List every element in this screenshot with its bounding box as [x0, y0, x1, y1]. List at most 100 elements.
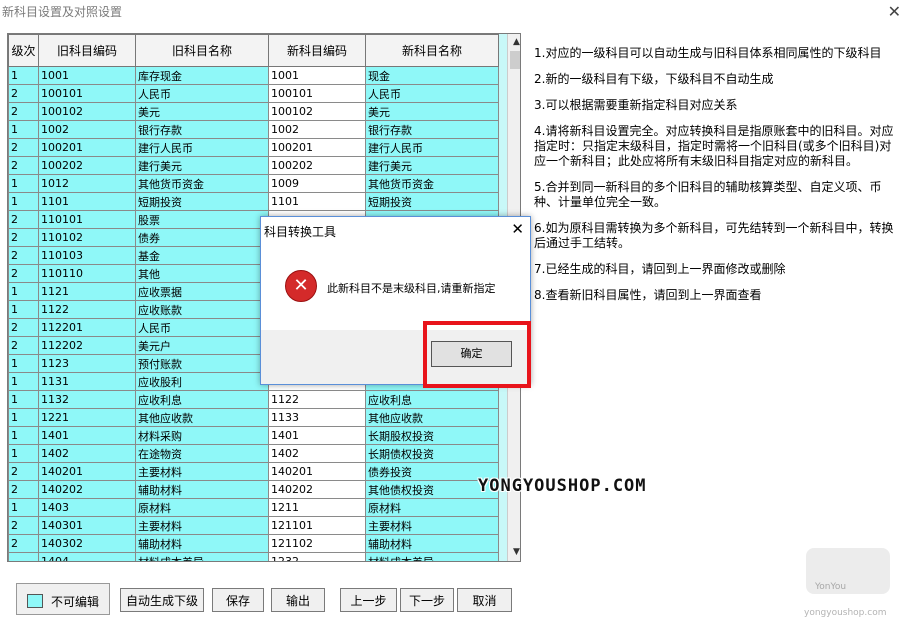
level-cell: 2 — [8, 102, 39, 121]
new-code-cell[interactable]: 1133 — [268, 408, 366, 427]
button-bar: 不可编辑 自动生成下级 保存 输出 上一步 下一步 取消 — [0, 580, 907, 620]
level-cell: 1 — [8, 390, 39, 409]
old-name-cell: 其他货币资金 — [135, 174, 269, 193]
new-code-cell[interactable]: 1101 — [268, 192, 366, 211]
table-row[interactable]: 2 140302 辅助材料 121102 辅助材料 — [8, 534, 499, 553]
old-code-cell: 140301 — [38, 516, 136, 535]
dialog-title: 科目转换工具 — [264, 225, 337, 239]
table-row[interactable]: 2 140202 辅助材料 140202 其他债权投资 — [8, 480, 499, 499]
new-name-cell: 长期债权投资 — [365, 444, 499, 463]
old-name-cell: 短期投资 — [135, 192, 269, 211]
old-code-cell: 1221 — [38, 408, 136, 427]
old-name-cell: 辅助材料 — [135, 534, 269, 553]
table-row[interactable]: 1 1012 其他货币资金 1009 其他货币资金 — [8, 174, 499, 193]
table-row[interactable]: 2 140301 主要材料 121101 主要材料 — [8, 516, 499, 535]
new-code-cell[interactable]: 1122 — [268, 390, 366, 409]
note-7: 7.已经生成的科目，请回到上一界面修改或删除 — [534, 262, 786, 276]
export-button[interactable]: 输出 — [271, 588, 325, 612]
note-8: 8.查看新旧科目属性，请回到上一界面查看 — [534, 288, 762, 302]
level-cell: 2 — [8, 156, 39, 175]
level-cell — [8, 552, 39, 561]
table-row[interactable]: 1 1402 在途物资 1402 长期债权投资 — [8, 444, 499, 463]
new-code-cell[interactable]: 1401 — [268, 426, 366, 445]
col-old-code-header: 旧科目编码 — [38, 34, 136, 67]
scroll-down-icon[interactable]: ▼ — [508, 544, 520, 561]
close-icon[interactable]: ✕ — [888, 2, 901, 21]
old-code-cell: 1101 — [38, 192, 136, 211]
old-name-cell: 其他应收款 — [135, 408, 269, 427]
old-name-cell: 债券 — [135, 228, 269, 247]
watermark-logo-text: YonYou — [815, 582, 847, 592]
old-code-cell: 100201 — [38, 138, 136, 157]
table-row[interactable]: 1 1132 应收利息 1122 应收利息 — [8, 390, 499, 409]
old-name-cell: 股票 — [135, 210, 269, 229]
table-row[interactable]: 1404 材料成本差异 1232 材料成本差异 — [8, 552, 499, 561]
table-row[interactable]: 2 100201 建行人民币 100201 建行人民币 — [8, 138, 499, 157]
level-cell: 2 — [8, 138, 39, 157]
table-row[interactable]: 1 1002 银行存款 1002 银行存款 — [8, 120, 499, 139]
table-row[interactable]: 1 1403 原材料 1211 原材料 — [8, 498, 499, 517]
new-name-cell: 银行存款 — [365, 120, 499, 139]
level-cell: 2 — [8, 228, 39, 247]
scroll-up-icon[interactable]: ▲ — [508, 34, 520, 51]
new-code-cell[interactable]: 100201 — [268, 138, 366, 157]
readonly-legend: 不可编辑 — [16, 583, 110, 615]
new-code-cell[interactable]: 100102 — [268, 102, 366, 121]
new-name-cell: 辅助材料 — [365, 534, 499, 553]
level-cell: 2 — [8, 516, 39, 535]
save-button[interactable]: 保存 — [212, 588, 264, 612]
table-row[interactable]: 2 100102 美元 100102 美元 — [8, 102, 499, 121]
level-cell: 1 — [8, 426, 39, 445]
ok-button-highlight — [423, 321, 531, 388]
new-code-cell[interactable]: 1211 — [268, 498, 366, 517]
level-cell: 2 — [8, 84, 39, 103]
new-code-cell[interactable]: 1232 — [268, 552, 366, 561]
new-code-cell[interactable]: 140202 — [268, 480, 366, 499]
note-3: 3.可以根据需要重新指定科目对应关系 — [534, 98, 738, 112]
old-code-cell: 1002 — [38, 120, 136, 139]
cancel-button[interactable]: 取消 — [457, 588, 512, 612]
old-name-cell: 材料采购 — [135, 426, 269, 445]
level-cell: 1 — [8, 174, 39, 193]
new-code-cell[interactable]: 121101 — [268, 516, 366, 535]
new-code-cell[interactable]: 121102 — [268, 534, 366, 553]
level-cell: 1 — [8, 300, 39, 319]
scroll-thumb[interactable] — [510, 51, 520, 69]
readonly-legend-label: 不可编辑 — [51, 595, 100, 609]
table-row[interactable]: 2 100202 建行美元 100202 建行美元 — [8, 156, 499, 175]
table-row[interactable]: 2 140201 主要材料 140201 债券投资 — [8, 462, 499, 481]
old-code-cell: 1123 — [38, 354, 136, 373]
instructions-panel: 1.对应的一级科目可以自动生成与旧科目体系相同属性的下级科目 2.新的一级科目有… — [534, 46, 896, 314]
new-code-cell[interactable]: 100202 — [268, 156, 366, 175]
old-name-cell: 人民币 — [135, 318, 269, 337]
table-row[interactable]: 1 1101 短期投资 1101 短期投资 — [8, 192, 499, 211]
old-code-cell: 1402 — [38, 444, 136, 463]
new-code-cell[interactable]: 1402 — [268, 444, 366, 463]
new-code-cell[interactable]: 1002 — [268, 120, 366, 139]
old-name-cell: 材料成本差异 — [135, 552, 269, 561]
old-name-cell: 美元户 — [135, 336, 269, 355]
new-code-cell[interactable]: 100101 — [268, 84, 366, 103]
new-code-cell[interactable]: 1009 — [268, 174, 366, 193]
auto-generate-button[interactable]: 自动生成下级 — [120, 588, 204, 612]
new-code-cell[interactable]: 1001 — [268, 66, 366, 85]
new-name-cell: 建行人民币 — [365, 138, 499, 157]
table-row[interactable]: 1 1001 库存现金 1001 现金 — [8, 66, 499, 85]
new-name-cell: 短期投资 — [365, 192, 499, 211]
old-name-cell: 应收利息 — [135, 390, 269, 409]
next-step-button[interactable]: 下一步 — [400, 588, 454, 612]
old-code-cell: 1001 — [38, 66, 136, 85]
old-name-cell: 银行存款 — [135, 120, 269, 139]
old-code-cell: 1131 — [38, 372, 136, 391]
level-cell: 1 — [8, 444, 39, 463]
table-row[interactable]: 2 100101 人民币 100101 人民币 — [8, 84, 499, 103]
new-code-cell[interactable]: 140201 — [268, 462, 366, 481]
table-row[interactable]: 1 1401 材料采购 1401 长期股权投资 — [8, 426, 499, 445]
table-row[interactable]: 1 1221 其他应收款 1133 其他应收款 — [8, 408, 499, 427]
prev-step-button[interactable]: 上一步 — [340, 588, 397, 612]
level-cell: 1 — [8, 192, 39, 211]
old-code-cell: 100102 — [38, 102, 136, 121]
dialog-close-icon[interactable]: ✕ — [511, 220, 524, 238]
new-name-cell: 现金 — [365, 66, 499, 85]
note-5: 5.合并到同一新科目的多个旧科目的辅助核算类型、自定义项、币种、计量单位完全一致… — [534, 180, 882, 209]
